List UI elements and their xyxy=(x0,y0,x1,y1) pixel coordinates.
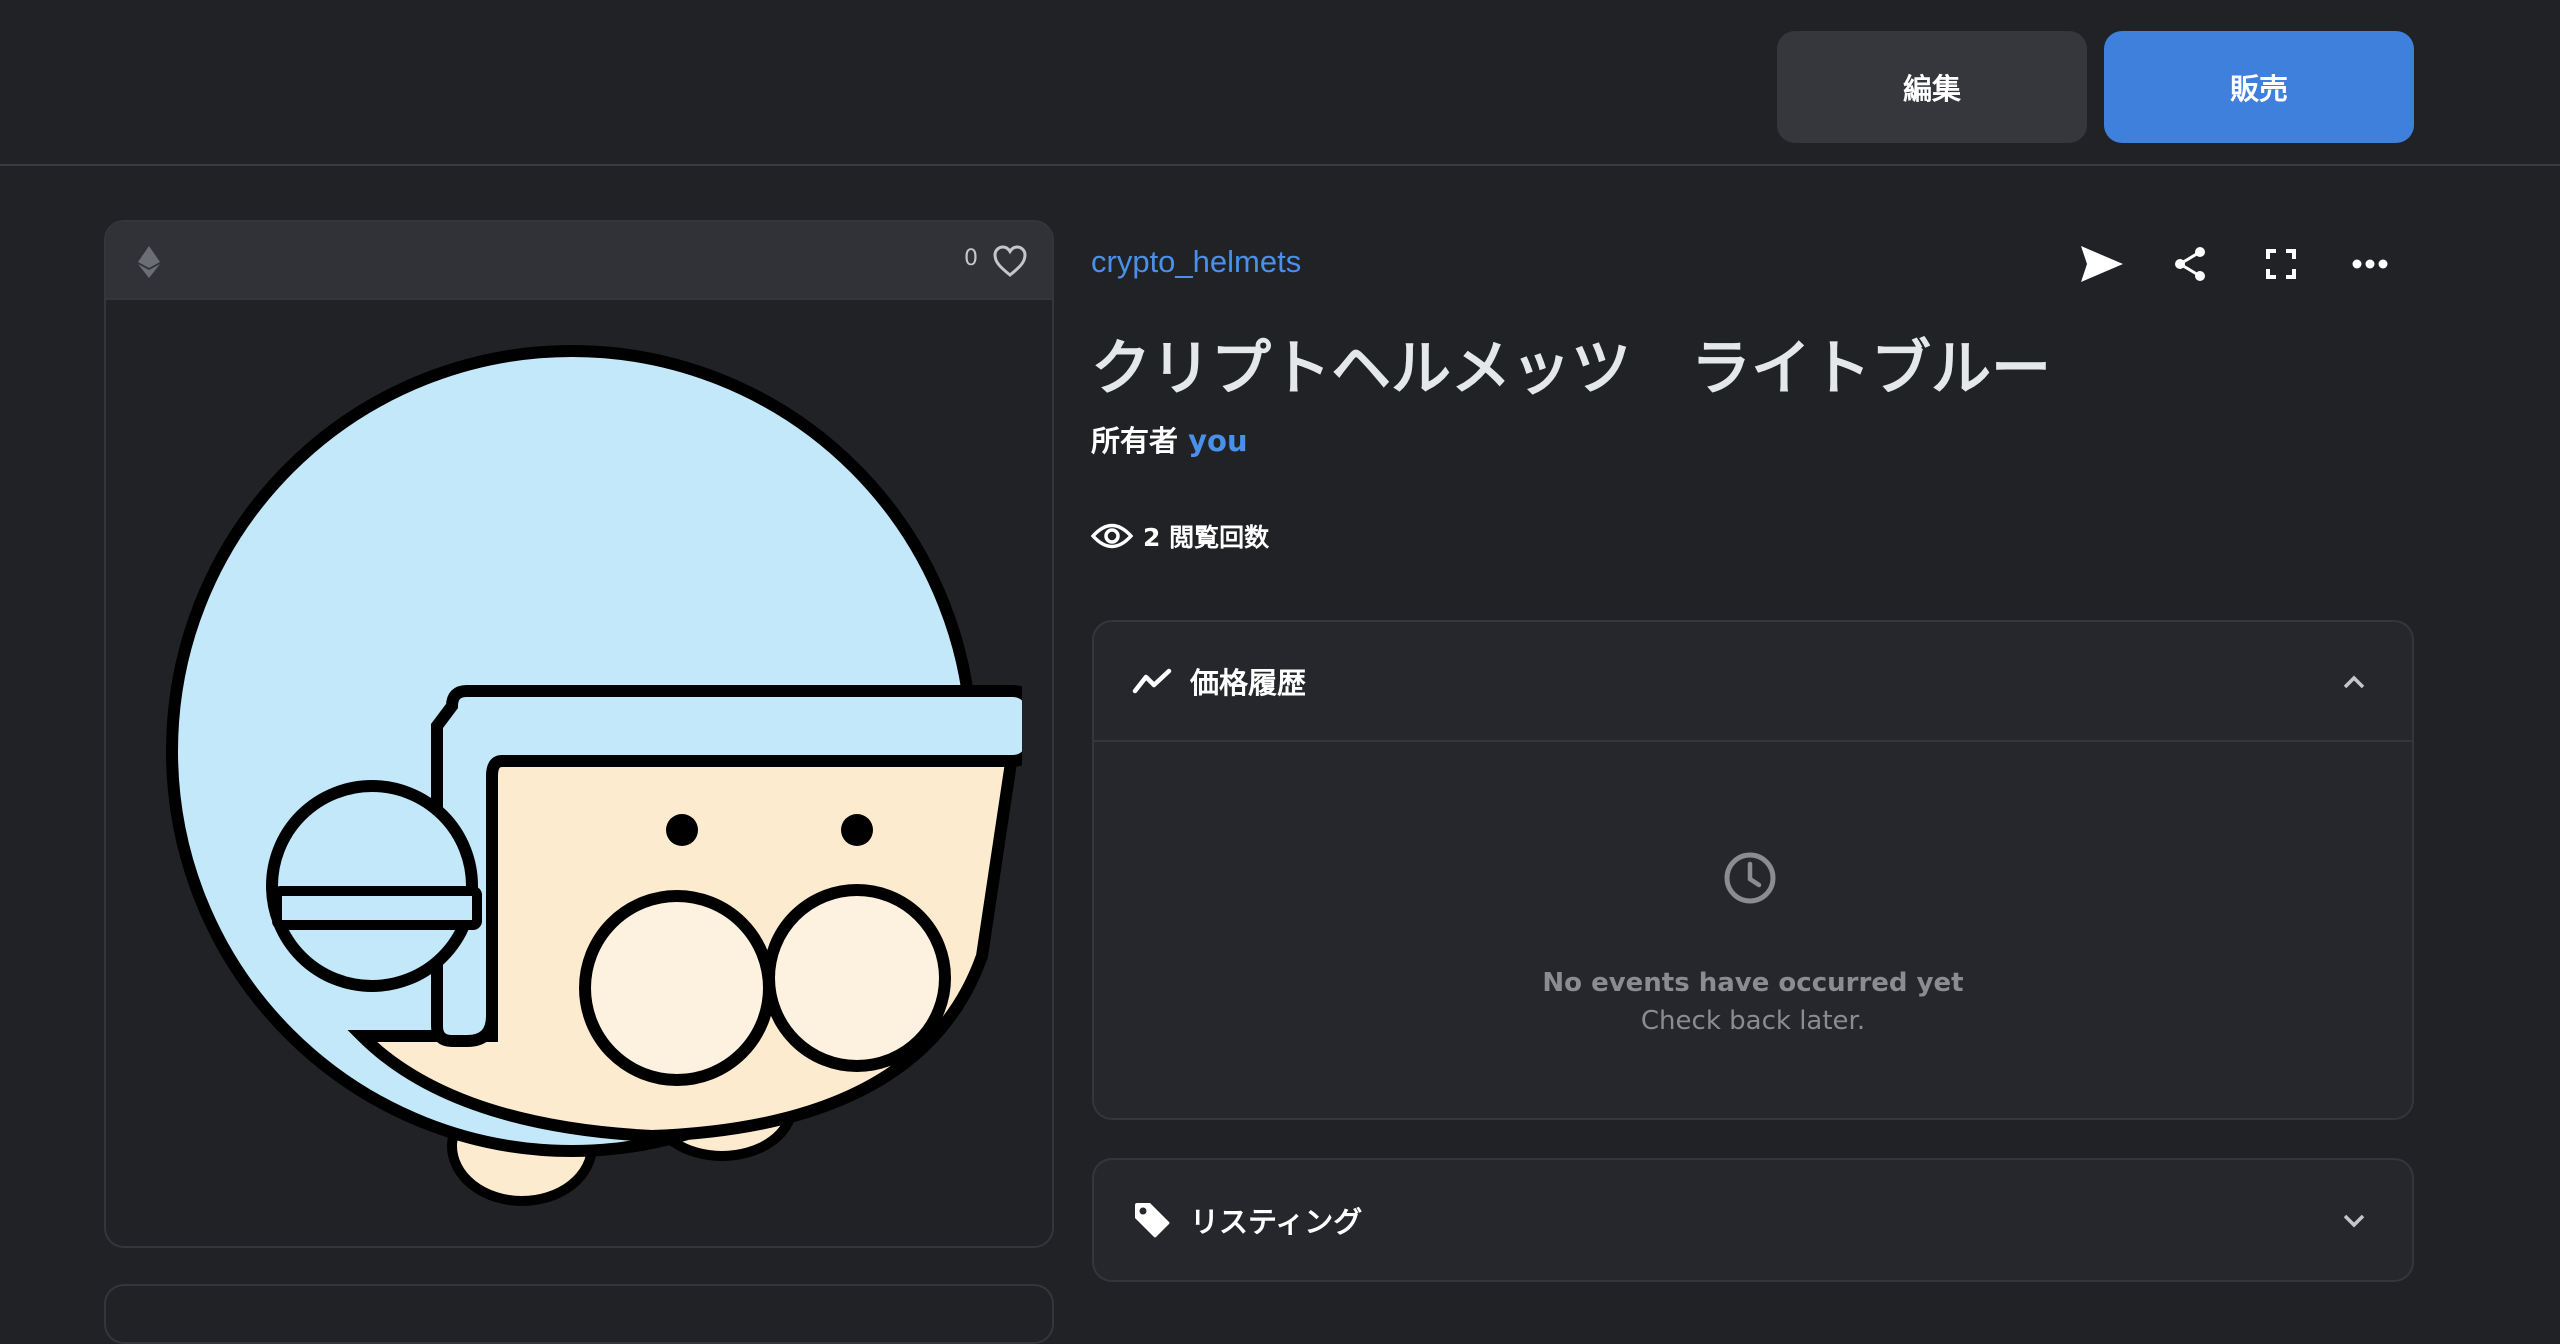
item-title: クリプトヘルメッツ ライトブルー xyxy=(1091,334,2051,404)
clock-icon xyxy=(1724,852,1776,904)
nft-helmet-image xyxy=(166,345,1022,1206)
item-media-card: 0 xyxy=(104,220,1054,1248)
tag-icon xyxy=(1135,1203,1170,1238)
send-icon[interactable] xyxy=(2078,240,2126,288)
price-history-panel: 価格履歴 No events have occurred yet Check b… xyxy=(1092,620,2414,1120)
empty-state-subtitle: Check back later. xyxy=(1640,1006,1866,1036)
ethereum-icon xyxy=(138,246,160,278)
eye-icon xyxy=(1091,523,1133,549)
favorite-count: 0 xyxy=(964,246,978,271)
price-history-header[interactable]: 価格履歴 xyxy=(1094,622,2412,742)
sell-button[interactable]: 販売 xyxy=(2104,31,2414,143)
edit-button[interactable]: 編集 xyxy=(1777,31,2087,143)
chevron-down-icon[interactable] xyxy=(2340,1206,2368,1234)
item-details-card xyxy=(104,1284,1054,1344)
listings-title: リスティング xyxy=(1190,1205,1363,1239)
owner-link[interactable]: you xyxy=(1188,424,1247,458)
top-action-bar: 編集 販売 xyxy=(0,0,2560,166)
listings-panel: リスティング xyxy=(1092,1158,2414,1282)
trend-line-icon xyxy=(1132,668,1172,694)
owner-line: 所有者 you xyxy=(1091,418,1248,460)
view-count-text: 2 閲覧回数 xyxy=(1143,523,1270,552)
owner-prefix: 所有者 xyxy=(1091,424,1179,458)
chevron-up-icon[interactable] xyxy=(2340,668,2368,696)
listings-header[interactable]: リスティング xyxy=(1094,1160,2412,1280)
share-icon[interactable] xyxy=(2166,240,2214,288)
more-icon[interactable] xyxy=(2346,240,2394,288)
fullscreen-icon[interactable] xyxy=(2257,240,2305,288)
empty-state-title: No events have occurred yet xyxy=(1542,968,1964,998)
price-history-title: 価格履歴 xyxy=(1190,666,1307,700)
collection-link[interactable]: crypto_helmets xyxy=(1091,244,1301,280)
view-count: 2 閲覧回数 xyxy=(1091,518,1269,554)
heart-icon[interactable] xyxy=(992,244,1028,278)
media-card-header: 0 xyxy=(106,222,1052,300)
price-history-empty-state: No events have occurred yet Check back l… xyxy=(1094,742,2412,1118)
